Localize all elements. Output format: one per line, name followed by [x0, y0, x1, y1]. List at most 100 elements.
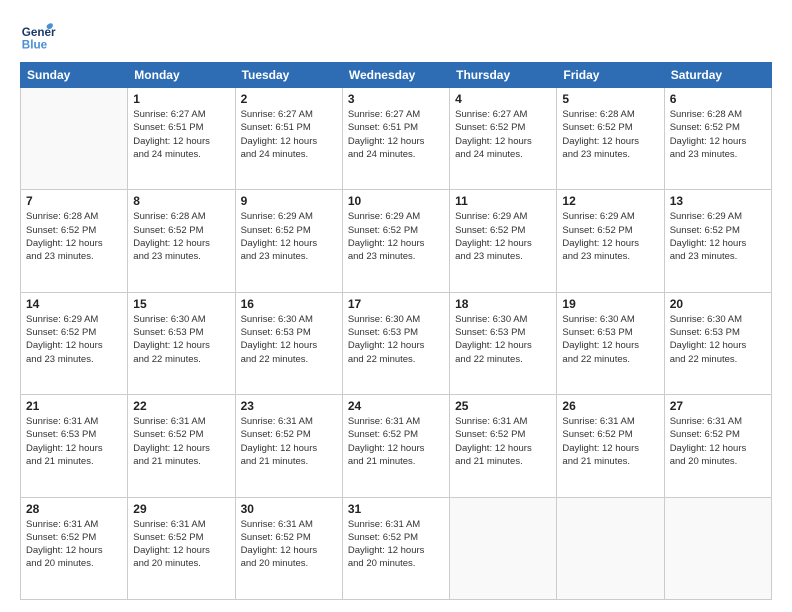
day-number: 7 [26, 194, 122, 208]
calendar-cell: 9Sunrise: 6:29 AM Sunset: 6:52 PM Daylig… [235, 190, 342, 292]
calendar-cell: 3 Sunrise: 6:27 AM Sunset: 6:51 PM Daylig… [342, 88, 449, 190]
day-number: 24 [348, 399, 444, 413]
calendar-week-row: 28 Sunrise: 6:31 AM Sunset: 6:52 PM Dayli… [21, 497, 772, 599]
page: General Blue SundayMondayTuesdayWednesda… [0, 0, 792, 612]
calendar-cell: 2 Sunrise: 6:27 AM Sunset: 6:51 PM Daylig… [235, 88, 342, 190]
day-info: Sunrise: 6:30 AM Sunset: 6:53 PM Dayligh… [241, 313, 337, 366]
calendar-cell: 27 Sunrise: 6:31 AM Sunset: 6:52 PM Dayli… [664, 395, 771, 497]
day-info: Sunrise: 6:27 AM Sunset: 6:51 PM Dayligh… [241, 108, 337, 161]
day-number: 9 [241, 194, 337, 208]
calendar-cell: 31 Sunrise: 6:31 AM Sunset: 6:52 PM Dayli… [342, 497, 449, 599]
day-info: Sunrise: 6:31 AM Sunset: 6:52 PM Dayligh… [670, 415, 766, 468]
calendar-cell: 5 Sunrise: 6:28 AM Sunset: 6:52 PM Daylig… [557, 88, 664, 190]
calendar-cell: 4Sunrise: 6:27 AM Sunset: 6:52 PM Daylig… [450, 88, 557, 190]
calendar-cell [664, 497, 771, 599]
day-info: Sunrise: 6:28 AM Sunset: 6:52 PM Dayligh… [26, 210, 122, 263]
day-number: 25 [455, 399, 551, 413]
weekday-header: Saturday [664, 63, 771, 88]
day-number: 12 [562, 194, 658, 208]
day-number: 17 [348, 297, 444, 311]
day-info: Sunrise: 6:30 AM Sunset: 6:53 PM Dayligh… [348, 313, 444, 366]
day-number: 27 [670, 399, 766, 413]
day-info: Sunrise: 6:31 AM Sunset: 6:52 PM Dayligh… [348, 518, 444, 571]
calendar-cell: 20Sunrise: 6:30 AM Sunset: 6:53 PM Dayli… [664, 292, 771, 394]
day-number: 19 [562, 297, 658, 311]
day-info: Sunrise: 6:28 AM Sunset: 6:52 PM Dayligh… [670, 108, 766, 161]
day-number: 31 [348, 502, 444, 516]
day-number: 28 [26, 502, 122, 516]
calendar-cell: 18 Sunrise: 6:30 AM Sunset: 6:53 PM Dayli… [450, 292, 557, 394]
calendar-header: SundayMondayTuesdayWednesdayThursdayFrid… [21, 63, 772, 88]
calendar-cell: 13Sunrise: 6:29 AM Sunset: 6:52 PM Dayli… [664, 190, 771, 292]
logo-icon: General Blue [20, 18, 56, 54]
calendar-cell: 7 Sunrise: 6:28 AM Sunset: 6:52 PM Daylig… [21, 190, 128, 292]
day-info: Sunrise: 6:31 AM Sunset: 6:52 PM Dayligh… [26, 518, 122, 571]
day-info: Sunrise: 6:31 AM Sunset: 6:52 PM Dayligh… [133, 415, 229, 468]
calendar-cell [21, 88, 128, 190]
day-number: 16 [241, 297, 337, 311]
calendar-cell: 17 Sunrise: 6:30 AM Sunset: 6:53 PM Dayli… [342, 292, 449, 394]
calendar-cell: 15Sunrise: 6:30 AM Sunset: 6:53 PM Dayli… [128, 292, 235, 394]
day-number: 1 [133, 92, 229, 106]
header: General Blue [20, 18, 772, 54]
calendar-cell: 21 Sunrise: 6:31 AM Sunset: 6:53 PM Dayli… [21, 395, 128, 497]
day-number: 18 [455, 297, 551, 311]
calendar-cell: 19 Sunrise: 6:30 AM Sunset: 6:53 PM Dayli… [557, 292, 664, 394]
day-number: 14 [26, 297, 122, 311]
calendar-cell: 29 Sunrise: 6:31 AM Sunset: 6:52 PM Dayli… [128, 497, 235, 599]
day-info: Sunrise: 6:28 AM Sunset: 6:52 PM Dayligh… [562, 108, 658, 161]
calendar-week-row: 1 Sunrise: 6:27 AM Sunset: 6:51 PM Daylig… [21, 88, 772, 190]
day-number: 13 [670, 194, 766, 208]
day-number: 10 [348, 194, 444, 208]
day-info: Sunrise: 6:31 AM Sunset: 6:52 PM Dayligh… [562, 415, 658, 468]
weekday-header: Wednesday [342, 63, 449, 88]
day-info: Sunrise: 6:31 AM Sunset: 6:52 PM Dayligh… [455, 415, 551, 468]
day-info: Sunrise: 6:29 AM Sunset: 6:52 PM Dayligh… [455, 210, 551, 263]
svg-text:Blue: Blue [22, 39, 48, 52]
day-info: Sunrise: 6:29 AM Sunset: 6:52 PM Dayligh… [348, 210, 444, 263]
day-number: 22 [133, 399, 229, 413]
day-info: Sunrise: 6:30 AM Sunset: 6:53 PM Dayligh… [455, 313, 551, 366]
weekday-header: Thursday [450, 63, 557, 88]
day-number: 23 [241, 399, 337, 413]
calendar-cell: 25 Sunrise: 6:31 AM Sunset: 6:52 PM Dayli… [450, 395, 557, 497]
calendar-cell [557, 497, 664, 599]
calendar-cell: 10 Sunrise: 6:29 AM Sunset: 6:52 PM Dayli… [342, 190, 449, 292]
day-number: 2 [241, 92, 337, 106]
calendar-cell [450, 497, 557, 599]
calendar-cell: 8Sunrise: 6:28 AM Sunset: 6:52 PM Daylig… [128, 190, 235, 292]
day-info: Sunrise: 6:28 AM Sunset: 6:52 PM Dayligh… [133, 210, 229, 263]
calendar-cell: 14 Sunrise: 6:29 AM Sunset: 6:52 PM Dayli… [21, 292, 128, 394]
day-number: 5 [562, 92, 658, 106]
calendar-cell: 28 Sunrise: 6:31 AM Sunset: 6:52 PM Dayli… [21, 497, 128, 599]
day-number: 21 [26, 399, 122, 413]
calendar-cell: 11Sunrise: 6:29 AM Sunset: 6:52 PM Dayli… [450, 190, 557, 292]
logo: General Blue [20, 18, 60, 54]
weekday-header: Tuesday [235, 63, 342, 88]
day-info: Sunrise: 6:31 AM Sunset: 6:52 PM Dayligh… [241, 415, 337, 468]
calendar-cell: 6 Sunrise: 6:28 AM Sunset: 6:52 PM Daylig… [664, 88, 771, 190]
day-info: Sunrise: 6:30 AM Sunset: 6:53 PM Dayligh… [562, 313, 658, 366]
calendar-cell: 26Sunrise: 6:31 AM Sunset: 6:52 PM Dayli… [557, 395, 664, 497]
calendar: SundayMondayTuesdayWednesdayThursdayFrid… [20, 62, 772, 600]
day-number: 30 [241, 502, 337, 516]
day-info: Sunrise: 6:29 AM Sunset: 6:52 PM Dayligh… [26, 313, 122, 366]
day-number: 29 [133, 502, 229, 516]
calendar-cell: 12Sunrise: 6:29 AM Sunset: 6:52 PM Dayli… [557, 190, 664, 292]
calendar-week-row: 14 Sunrise: 6:29 AM Sunset: 6:52 PM Dayli… [21, 292, 772, 394]
calendar-cell: 22 Sunrise: 6:31 AM Sunset: 6:52 PM Dayli… [128, 395, 235, 497]
day-info: Sunrise: 6:27 AM Sunset: 6:51 PM Dayligh… [133, 108, 229, 161]
day-number: 3 [348, 92, 444, 106]
day-info: Sunrise: 6:31 AM Sunset: 6:52 PM Dayligh… [133, 518, 229, 571]
calendar-cell: 1 Sunrise: 6:27 AM Sunset: 6:51 PM Daylig… [128, 88, 235, 190]
weekday-header: Monday [128, 63, 235, 88]
day-info: Sunrise: 6:31 AM Sunset: 6:53 PM Dayligh… [26, 415, 122, 468]
day-info: Sunrise: 6:27 AM Sunset: 6:51 PM Dayligh… [348, 108, 444, 161]
day-info: Sunrise: 6:31 AM Sunset: 6:52 PM Dayligh… [348, 415, 444, 468]
weekday-header: Sunday [21, 63, 128, 88]
weekday-header: Friday [557, 63, 664, 88]
calendar-cell: 23 Sunrise: 6:31 AM Sunset: 6:52 PM Dayli… [235, 395, 342, 497]
day-number: 20 [670, 297, 766, 311]
day-info: Sunrise: 6:30 AM Sunset: 6:53 PM Dayligh… [133, 313, 229, 366]
day-number: 6 [670, 92, 766, 106]
